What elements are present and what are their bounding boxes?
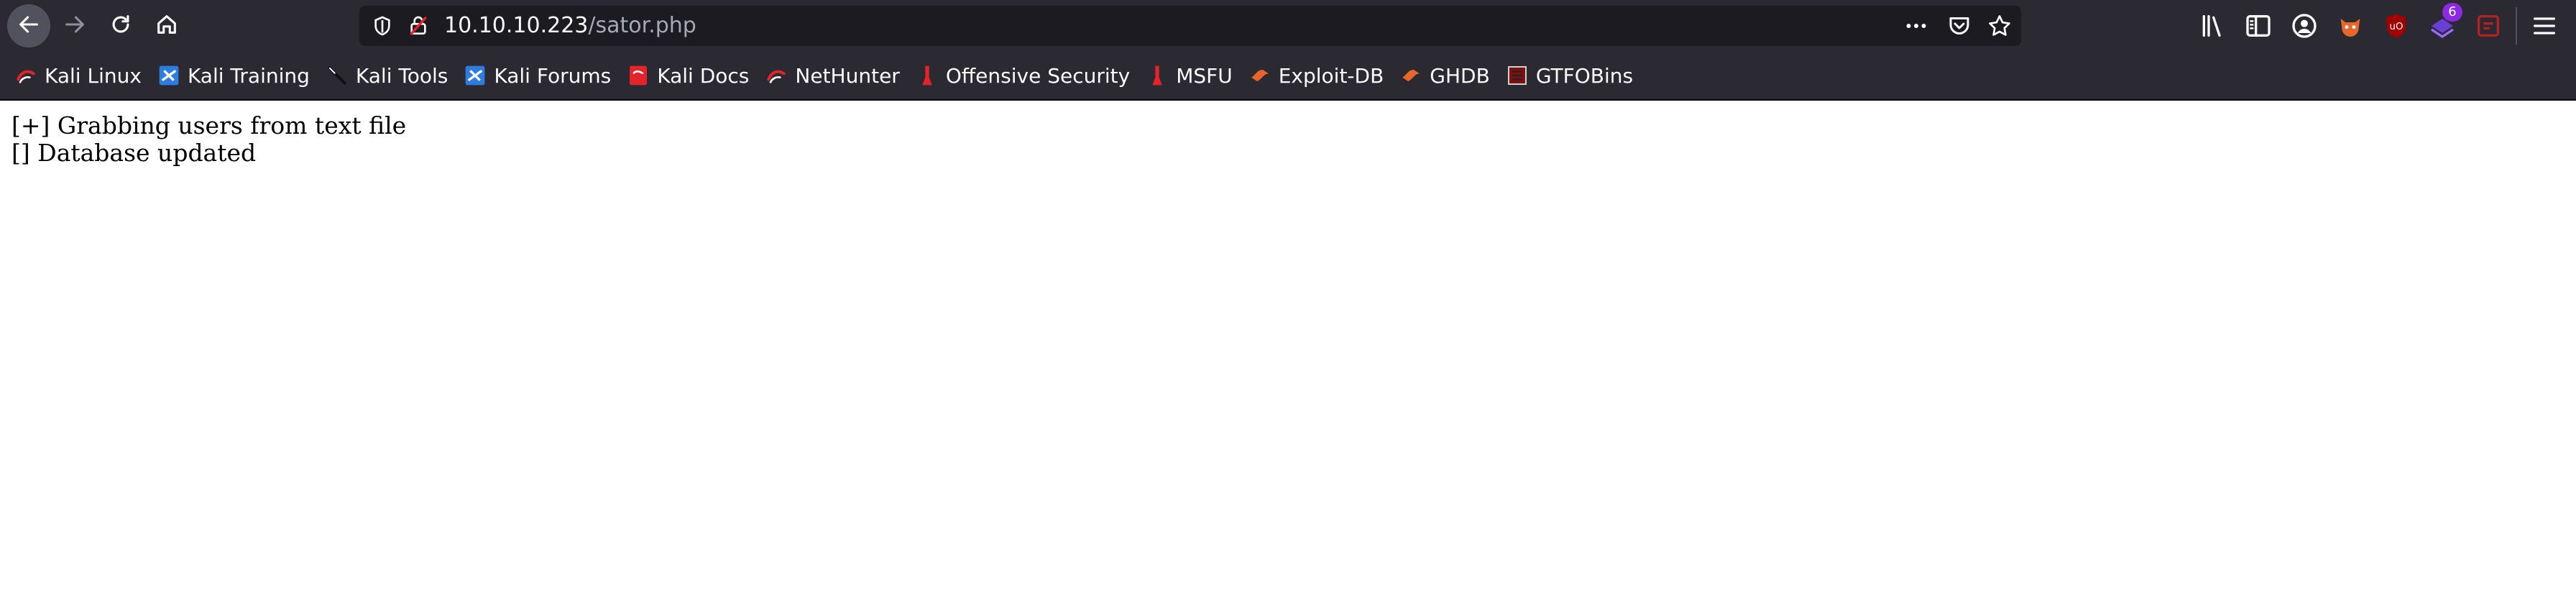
bookmark-gtfobins[interactable]: GTFOBins [1506,58,1633,93]
library-icon[interactable] [2198,12,2227,40]
svg-text:uO: uO [2390,22,2404,32]
bookmark-label: Kali Forums [494,63,612,88]
bookmarks-toolbar: Kali Linux Kali Training Kali Tools Kali… [0,52,2576,101]
output-line-1: [+] Grabbing users from text file [12,111,407,139]
bookmark-label: GHDB [1430,63,1490,88]
url-path: /sator.php [588,13,696,38]
toolbar-divider [2516,7,2517,45]
foxyproxy-icon[interactable] [2336,12,2365,40]
bookmark-kali-forums[interactable]: Kali Forums [464,58,611,93]
bookmark-offensive-security[interactable]: Offensive Security [916,58,1130,93]
output-line-2: [] Database updated [12,139,257,167]
kali-tools-icon [326,64,349,87]
bookmark-label: GTFOBins [1535,63,1634,88]
address-bar[interactable]: 10.10.10.223/sator.php [359,6,2021,46]
bookmark-label: Kali Linux [45,63,142,88]
kali-forums-icon [464,64,487,87]
page-content: [+] Grabbing users from text file [] Dat… [0,101,2576,604]
arrow-right-icon [63,12,87,40]
kali-training-icon [157,64,180,87]
bookmark-exploit-db[interactable]: Exploit-DB [1248,58,1384,93]
kali-dragon-icon [14,64,37,87]
nethunter-icon [765,64,788,87]
insecure-lock-icon[interactable] [407,14,430,37]
url-text[interactable]: 10.10.10.223/sator.php [444,6,696,46]
hamburger-menu-icon[interactable] [2530,12,2559,40]
gtfobins-icon [1506,64,1529,87]
bookmark-label: NetHunter [795,63,900,88]
forward-button[interactable] [53,4,96,47]
msfu-icon [1146,64,1169,87]
bookmark-label: Exploit-DB [1278,63,1384,88]
extension-badge-count: 6 [2442,3,2462,22]
reload-button[interactable] [99,4,142,47]
home-button[interactable] [145,4,188,47]
offsec-icon [916,64,939,87]
bookmark-nethunter[interactable]: NetHunter [765,58,900,93]
bookmark-ghdb[interactable]: GHDB [1399,58,1490,93]
sidebar-icon[interactable] [2244,12,2273,40]
url-host: 10.10.10.223 [444,13,589,38]
tracking-shield-icon[interactable] [371,14,394,37]
bookmark-kali-tools[interactable]: Kali Tools [326,58,448,93]
reload-icon [109,12,133,40]
bookmark-msfu[interactable]: MSFU [1146,58,1233,93]
arrow-left-icon [17,12,41,40]
bookmark-label: Offensive Security [945,63,1131,88]
bookmark-kali-training[interactable]: Kali Training [157,58,310,93]
cookie-editor-icon[interactable] [2474,12,2503,40]
ghdb-icon [1399,64,1422,87]
bookmark-label: MSFU [1176,63,1233,88]
ublock-origin-icon[interactable]: uO [2382,12,2411,40]
bookmark-kali-linux[interactable]: Kali Linux [14,58,142,93]
kali-docs-icon [627,64,650,87]
pocket-icon[interactable] [1946,13,1972,39]
bookmark-label: Kali Training [187,63,310,88]
bookmark-kali-docs[interactable]: Kali Docs [627,58,749,93]
bookmark-label: Kali Tools [355,63,448,88]
page-actions-icon[interactable] [1903,13,1929,39]
account-icon[interactable] [2290,12,2319,40]
bookmark-star-icon[interactable] [1987,13,2012,39]
back-button[interactable] [7,4,50,47]
bookmark-label: Kali Docs [657,63,750,88]
navigation-toolbar: 10.10.10.223/sator.php uO 6 [0,0,2576,52]
home-icon [155,12,179,40]
exploit-db-icon [1248,64,1271,87]
